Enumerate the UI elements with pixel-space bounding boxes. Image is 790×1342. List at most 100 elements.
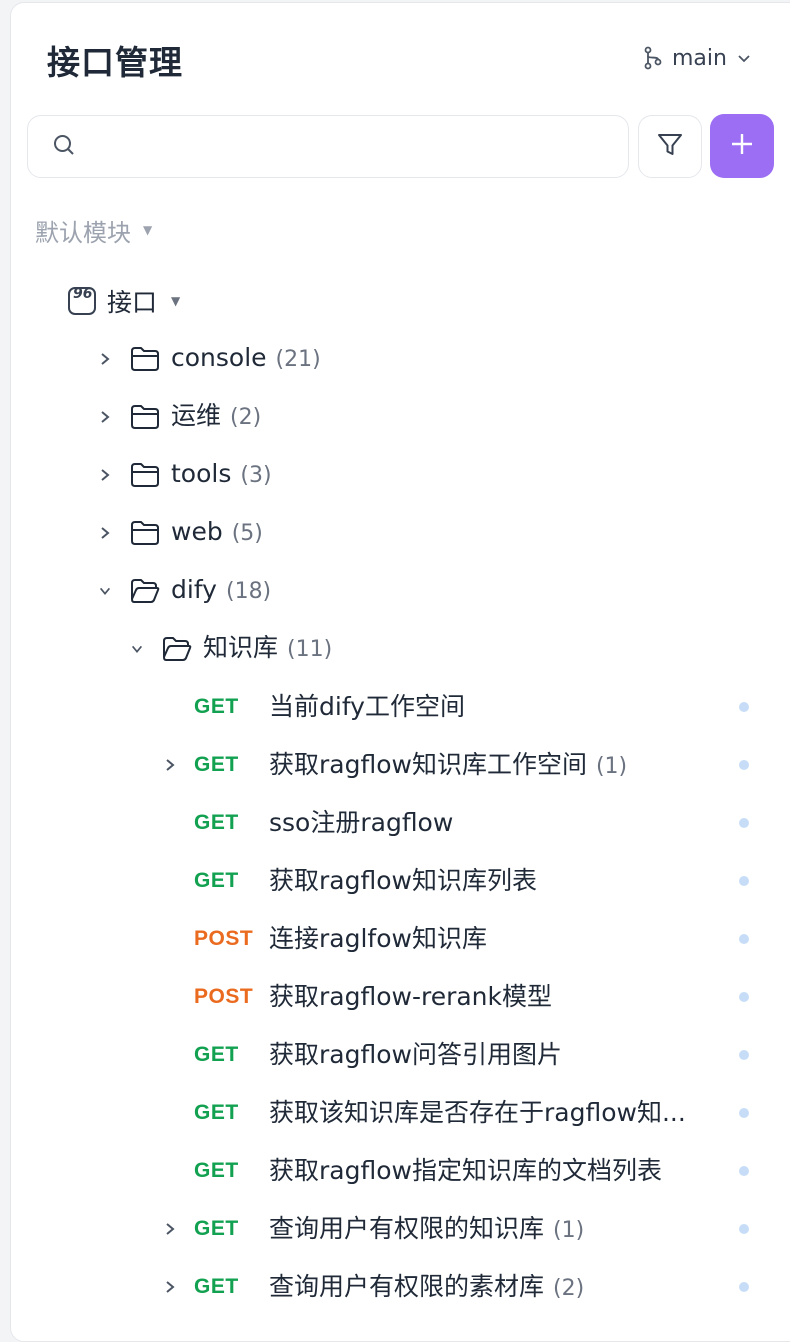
- tree-folder-console[interactable]: console (21): [98, 339, 778, 379]
- chevron-down-icon[interactable]: [98, 571, 112, 611]
- status-dot: [739, 702, 749, 712]
- folder-name: web: [171, 517, 223, 546]
- status-dot: [739, 876, 749, 886]
- api-name: 查询用户有权限的知识库: [269, 1214, 545, 1243]
- case-count: (2): [553, 1276, 585, 1301]
- status-dot: [739, 1224, 749, 1234]
- chevron-right-icon[interactable]: [98, 397, 112, 437]
- api-name: 获取ragflow-rerank模型: [269, 982, 553, 1011]
- chevron-right-icon[interactable]: [163, 1267, 177, 1307]
- folder-name: 知识库: [203, 633, 279, 662]
- tree-folder-dify[interactable]: dify (18): [98, 571, 778, 611]
- api-item[interactable]: GET 获取ragflow指定知识库的文档列表: [160, 1151, 770, 1191]
- branch-icon: [642, 46, 664, 70]
- status-dot: [739, 1108, 749, 1118]
- api-name: 获取ragflow问答引用图片: [269, 1040, 562, 1069]
- chevron-down-icon: [735, 49, 753, 67]
- chevron-right-icon[interactable]: [98, 455, 112, 495]
- tree-folder-web[interactable]: web (5): [98, 513, 778, 553]
- folder-count: (18): [225, 579, 272, 604]
- folder-icon: [130, 520, 160, 546]
- api-item[interactable]: GET sso注册ragflow: [160, 803, 770, 843]
- chevron-right-icon[interactable]: [163, 1209, 177, 1249]
- method-badge: POST: [194, 985, 254, 1008]
- method-badge: GET: [194, 1275, 239, 1298]
- method-badge: GET: [194, 1159, 239, 1182]
- api-item[interactable]: GET 获取该知识库是否存在于ragflow知...: [160, 1093, 770, 1133]
- method-badge: GET: [194, 695, 239, 718]
- folder-icon: [130, 346, 160, 372]
- search-input[interactable]: [90, 135, 590, 158]
- tree-folder-knowledge-base[interactable]: 知识库 (11): [130, 629, 780, 669]
- api-name: sso注册ragflow: [269, 808, 454, 837]
- api-name: 连接raglfow知识库: [269, 924, 487, 953]
- folder-icon: [130, 404, 160, 430]
- api-item[interactable]: GET 查询用户有权限的素材库 (2): [160, 1267, 770, 1307]
- method-badge: GET: [194, 1217, 239, 1240]
- branch-selector[interactable]: main: [642, 42, 753, 74]
- api-item[interactable]: GET 获取ragflow知识库工作空间 (1): [160, 745, 770, 785]
- status-dot: [739, 1282, 749, 1292]
- api-item[interactable]: GET 当前dify工作空间: [160, 687, 770, 727]
- method-badge: GET: [194, 1043, 239, 1066]
- folder-count: (3): [240, 463, 272, 488]
- tree-root-api[interactable]: 96 接口 ▼: [67, 281, 180, 321]
- method-badge: GET: [194, 753, 239, 776]
- filter-icon: [656, 131, 684, 163]
- branch-name: main: [672, 45, 727, 71]
- api-item[interactable]: GET 获取ragflow知识库列表: [160, 861, 770, 901]
- module-label: 默认模块: [35, 218, 131, 247]
- folder-count: (5): [231, 521, 263, 546]
- case-count: (1): [553, 1218, 585, 1243]
- chevron-down-icon[interactable]: [130, 629, 144, 669]
- api-name: 获取ragflow知识库工作空间: [269, 750, 587, 779]
- folder-icon: [130, 462, 160, 488]
- search-icon: [52, 133, 76, 161]
- api-item[interactable]: POST 获取ragflow-rerank模型: [160, 977, 770, 1017]
- chevron-right-icon[interactable]: [98, 339, 112, 379]
- caret-down-icon: ▼: [143, 223, 153, 237]
- chevron-right-icon[interactable]: [98, 513, 112, 553]
- method-badge: POST: [194, 927, 254, 950]
- api-item[interactable]: POST 连接raglfow知识库: [160, 919, 770, 959]
- method-badge: GET: [194, 811, 239, 834]
- status-dot: [739, 818, 749, 828]
- api-management-panel: [10, 2, 790, 1342]
- folder-open-icon: [130, 578, 160, 604]
- caret-down-icon: ▼: [171, 294, 181, 308]
- status-dot: [739, 934, 749, 944]
- plus-icon: [731, 133, 753, 159]
- method-badge: GET: [194, 869, 239, 892]
- tree-folder-tools[interactable]: tools (3): [98, 455, 778, 495]
- page-title: 接口管理: [47, 43, 183, 82]
- method-badge: GET: [194, 1101, 239, 1124]
- api-name: 获取ragflow指定知识库的文档列表: [269, 1156, 662, 1185]
- folder-count: (2): [230, 405, 262, 430]
- folder-name: console: [171, 343, 267, 372]
- folder-name: tools: [171, 459, 232, 488]
- api-name: 查询用户有权限的素材库: [269, 1272, 545, 1301]
- api-name: 获取该知识库是否存在于ragflow知...: [269, 1098, 686, 1127]
- folder-count: (11): [287, 637, 333, 662]
- api-name: 当前dify工作空间: [269, 692, 465, 721]
- folder-open-icon: [162, 636, 192, 662]
- folder-count: (21): [275, 347, 321, 372]
- search-box[interactable]: [27, 115, 629, 178]
- folder-name: dify: [171, 575, 217, 604]
- api-item[interactable]: GET 查询用户有权限的知识库 (1): [160, 1209, 770, 1249]
- api-root-icon: 96: [67, 286, 97, 316]
- status-dot: [739, 1166, 749, 1176]
- filter-button[interactable]: [638, 115, 702, 178]
- add-api-button[interactable]: [710, 114, 774, 178]
- folder-name: 运维: [171, 401, 222, 430]
- status-dot: [739, 992, 749, 1002]
- module-selector[interactable]: 默认模块 ▼: [35, 214, 153, 247]
- case-count: (1): [595, 754, 628, 779]
- api-name: 获取ragflow知识库列表: [269, 866, 537, 895]
- tree-root-label: 接口: [107, 288, 158, 317]
- api-item[interactable]: GET 获取ragflow问答引用图片: [160, 1035, 770, 1075]
- status-dot: [739, 760, 749, 770]
- status-dot: [739, 1050, 749, 1060]
- tree-folder-ops[interactable]: 运维 (2): [98, 397, 778, 437]
- chevron-right-icon[interactable]: [163, 745, 177, 785]
